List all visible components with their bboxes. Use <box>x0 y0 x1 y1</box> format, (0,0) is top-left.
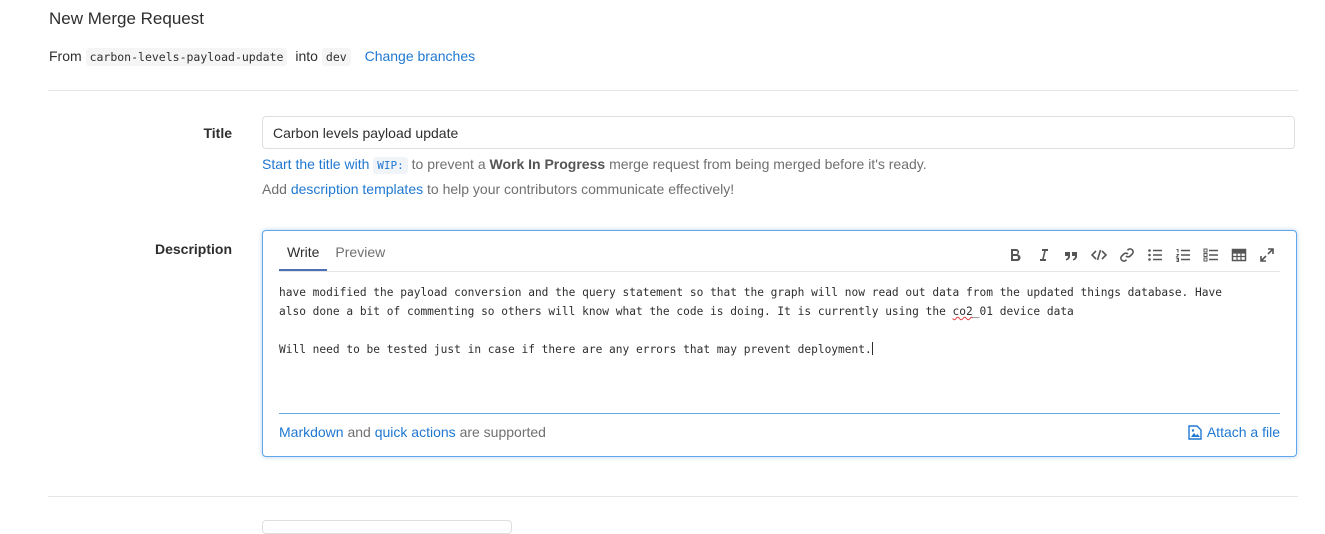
description-editor: Write Preview have modified the payload … <box>262 230 1297 457</box>
into-label: into <box>295 48 318 64</box>
wip-hint: Start the title with WIP: to prevent a W… <box>262 154 927 176</box>
markdown-toolbar <box>1004 245 1278 265</box>
tabs-divider <box>279 271 1280 272</box>
quote-icon[interactable] <box>1060 245 1082 265</box>
fullscreen-icon[interactable] <box>1256 245 1278 265</box>
description-line-2: also done a bit of commenting so others … <box>279 305 953 318</box>
wip-hint-link[interactable]: Start the title with <box>262 156 369 172</box>
wip-hint-bold: Work In Progress <box>489 156 606 172</box>
spellcheck-word: co2 <box>952 305 973 318</box>
editor-footer: Markdown and quick actions are supported <box>279 424 546 440</box>
markdown-link[interactable]: Markdown <box>279 424 344 440</box>
image-file-icon <box>1188 424 1202 440</box>
footer-and: and <box>347 424 371 440</box>
templates-hint-prefix: Add <box>262 181 287 197</box>
from-label: From <box>49 48 82 64</box>
tab-write[interactable]: Write <box>279 231 328 271</box>
description-textarea[interactable]: have modified the payload conversion and… <box>279 283 1284 359</box>
branch-info: From carbon-levels-payload-update into de… <box>49 45 475 68</box>
description-line-2-end: _01 device data <box>972 305 1074 318</box>
description-line-4: Will need to be tested just in case if t… <box>279 343 872 356</box>
quick-actions-link[interactable]: quick actions <box>375 424 456 440</box>
tab-preview[interactable]: Preview <box>327 231 393 271</box>
text-caret <box>871 342 873 355</box>
change-branches-link[interactable]: Change branches <box>365 48 476 64</box>
description-templates-link[interactable]: description templates <box>291 181 423 197</box>
target-branch: dev <box>321 48 351 66</box>
task-list-icon[interactable] <box>1200 245 1222 265</box>
attach-file-label: Attach a file <box>1206 424 1280 440</box>
link-icon[interactable] <box>1116 245 1138 265</box>
partial-field[interactable] <box>262 520 512 534</box>
editor-footer-divider <box>279 413 1280 414</box>
italic-icon[interactable] <box>1032 245 1054 265</box>
header-divider <box>48 90 1298 91</box>
footer-divider <box>48 496 1298 497</box>
templates-hint-suffix: to help your contributors communicate ef… <box>427 181 735 197</box>
numbered-list-icon[interactable] <box>1172 245 1194 265</box>
editor-tabs: Write Preview <box>279 231 393 271</box>
table-icon[interactable] <box>1228 245 1250 265</box>
footer-suffix: are supported <box>459 424 546 440</box>
wip-hint-text: to prevent a <box>411 156 486 172</box>
page-title: New Merge Request <box>49 9 204 28</box>
wip-hint-suffix: merge request from being merged before i… <box>609 156 927 172</box>
wip-code[interactable]: WIP: <box>373 157 408 174</box>
attach-file-button[interactable]: Attach a file <box>1188 424 1280 440</box>
templates-hint: Add description templates to help your c… <box>262 179 734 199</box>
description-line-1: have modified the payload conversion and… <box>279 286 1222 299</box>
source-branch: carbon-levels-payload-update <box>85 48 288 66</box>
title-input[interactable] <box>262 116 1295 149</box>
title-label: Title <box>203 125 232 141</box>
code-icon[interactable] <box>1088 245 1110 265</box>
bold-icon[interactable] <box>1004 245 1026 265</box>
bulleted-list-icon[interactable] <box>1144 245 1166 265</box>
description-label: Description <box>154 241 232 257</box>
